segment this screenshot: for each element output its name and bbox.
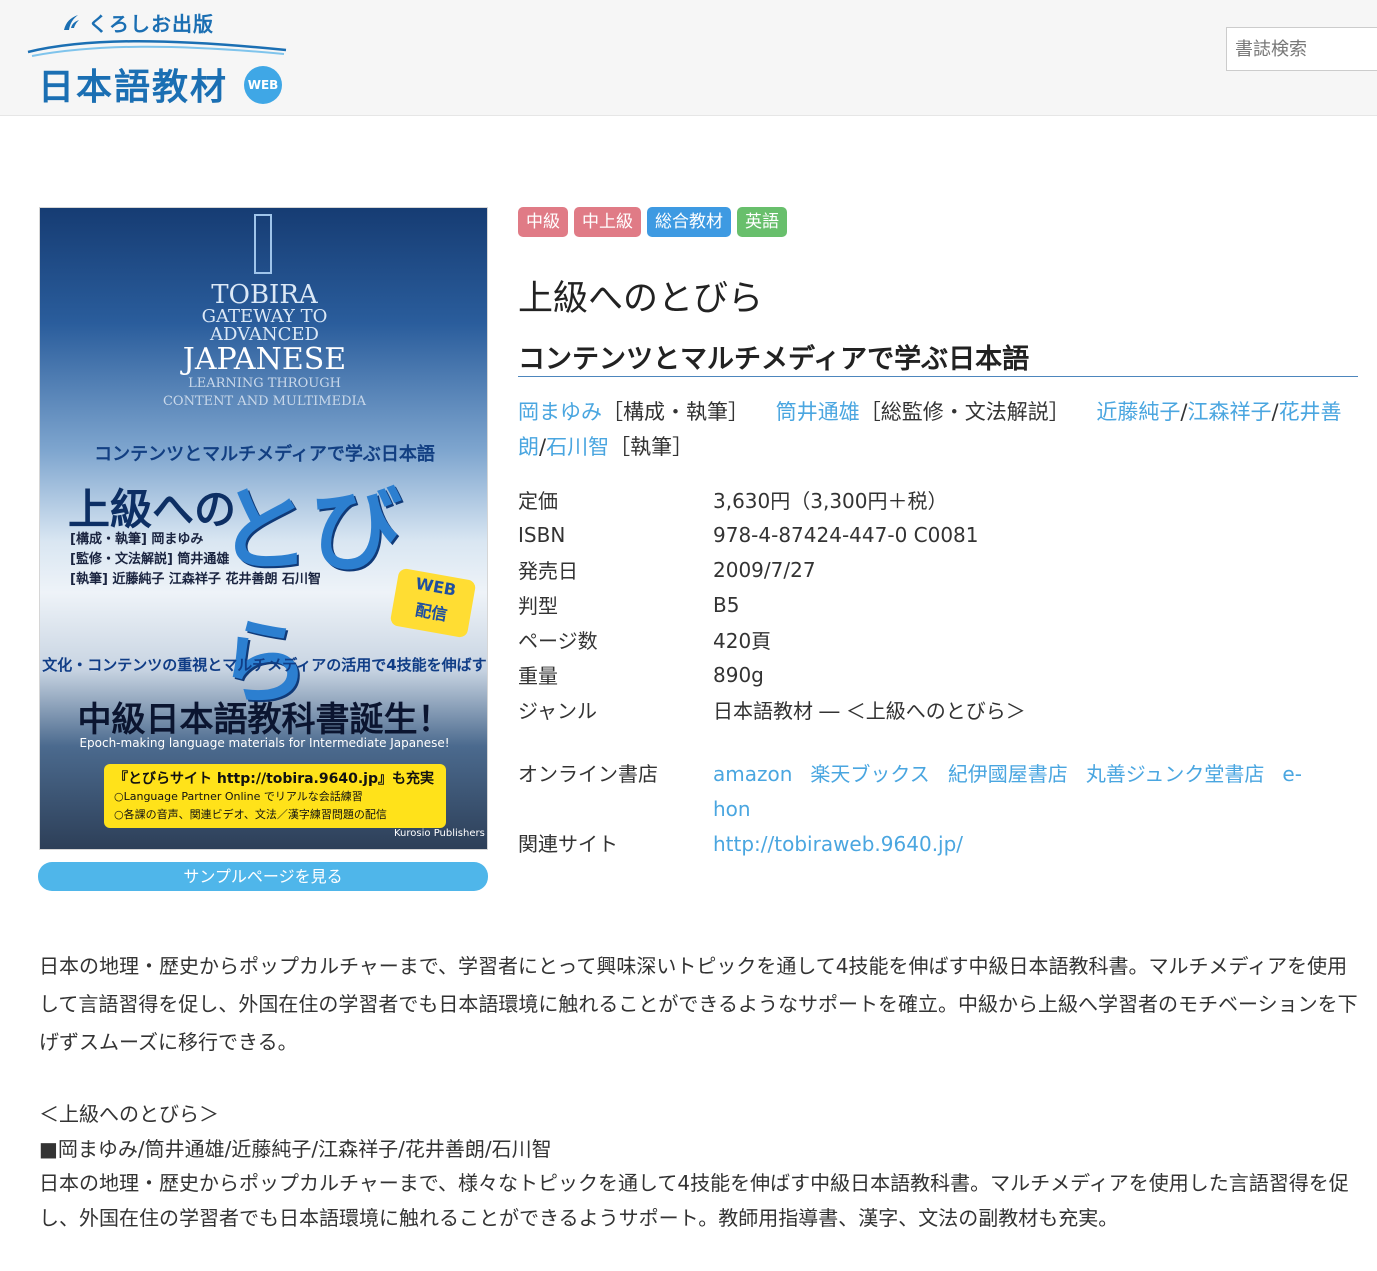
book-cover-image[interactable]: TOBIRA GATEWAY TO ADVANCED JAPANESE LEAR… — [39, 207, 488, 850]
tag-english[interactable]: 英語 — [737, 207, 787, 237]
cover-catchphrase: 中級日本語教科書誕生！ — [77, 700, 452, 740]
author-role: ［執筆］ — [609, 435, 694, 459]
book-subtitle: コンテンツとマルチメディアで学ぶ日本語 — [518, 337, 1358, 377]
genre-link[interactable]: 日本語教材 ― ＜上級へのとびら＞ — [713, 695, 1026, 724]
store-link-amazon[interactable]: amazon — [713, 762, 792, 786]
cover-catchphrase-en: Epoch-making language materials for Inte… — [79, 736, 450, 750]
store-link-kinokuniya[interactable]: 紀伊國屋書店 — [948, 762, 1068, 786]
related-site-links: http://tobiraweb.9640.jp/ — [713, 827, 1353, 862]
bird-icon — [64, 14, 79, 30]
author-list: 岡まゆみ［構成・執筆］ 筒井通雄［総監修・文法解説］ 近藤純子/江森祥子/花井善… — [518, 395, 1348, 465]
spec-value: 890g — [713, 662, 764, 687]
spec-row-size: 判型 B5 — [518, 587, 1358, 622]
cover-band: 文化・コンテンツの重視とマルチメディアの活用で4技能を伸ばす — [42, 656, 487, 674]
tag-list: 中級 中上級 総合教材 英語 — [518, 207, 787, 237]
spec-value: 2009/7/27 — [713, 557, 816, 582]
cover-yellow-line: 『とびらサイト http://tobira.9640.jp』も充実 — [114, 771, 434, 787]
author-role: ［構成・執筆］ — [602, 400, 749, 424]
spec-value: 420頁 — [713, 629, 772, 653]
site-logo[interactable]: くろしお出版 日本語教材 WEB — [26, 6, 296, 110]
spec-row-date: 発売日 2009/7/27 — [518, 552, 1358, 587]
spec-label: 関連サイト — [518, 832, 618, 856]
series-description: 日本の地理・歴史からポップカルチャーまで、様々なトピックを通して4技能を伸ばす中… — [39, 1171, 1349, 1230]
series-authors: ■岡まゆみ/筒井通雄/近藤純子/江森祥子/花井善朗/石川智 — [39, 1137, 552, 1161]
site-header: くろしお出版 日本語教材 WEB — [0, 0, 1377, 116]
tag-intermediate[interactable]: 中級 — [518, 207, 568, 237]
cover-author-line: [執筆] 近藤純子 江森祥子 花井善朗 石川智 — [70, 572, 321, 587]
cover-publisher: Kurosio Publishers — [394, 828, 485, 839]
book-specs: 定価 3,630円（3,300円＋税） ISBN 978-4-87424-447… — [518, 482, 1358, 862]
search-input[interactable] — [1226, 27, 1377, 71]
spec-label: ジャンル — [518, 699, 597, 723]
author-separator: / — [1271, 400, 1279, 424]
site-name: 日本語教材 — [38, 67, 229, 108]
author-link[interactable]: 江森祥子 — [1187, 400, 1271, 424]
spec-label: 定価 — [518, 489, 558, 513]
book-description: 日本の地理・歴史からポップカルチャーまで、学習者にとって興味深いトピックを通して… — [39, 954, 1358, 1054]
series-name: ＜上級へのとびら＞ — [39, 1102, 219, 1126]
cover-title-a: 上級への — [68, 485, 237, 534]
author-link[interactable]: 石川智 — [546, 435, 609, 459]
cover-yellow-line: ○Language Partner Online でリアルな会話練習 — [114, 790, 363, 803]
store-link-maruzen-junkudo[interactable]: 丸善ジュンク堂書店 — [1086, 762, 1265, 786]
spec-row-price: 定価 3,630円（3,300円＋税） — [518, 482, 1358, 517]
book-title: 上級へのとびら — [518, 279, 764, 319]
author-link[interactable]: 近藤純子 — [1096, 400, 1180, 424]
spec-label: ページ数 — [518, 629, 598, 653]
spec-value: B5 — [713, 592, 740, 617]
online-stores-row: オンライン書店 amazon 楽天ブックス 紀伊國屋書店 丸善ジュンク堂書店 e-hon — [518, 757, 1358, 827]
author-role: ［総監修・文法解説］ — [859, 400, 1070, 424]
spec-label: ISBN — [518, 522, 566, 547]
online-store-links: amazon 楽天ブックス 紀伊國屋書店 丸善ジュンク堂書店 e-hon — [713, 757, 1353, 827]
author-link[interactable]: 筒井通雄 — [776, 400, 860, 424]
tag-comprehensive[interactable]: 総合教材 — [647, 207, 731, 237]
cover-authors: [構成・執筆] 岡まゆみ [監修・文法解説] 筒井通雄 [執筆] 近藤純子 江森… — [70, 530, 321, 590]
author-link[interactable]: 岡まゆみ — [518, 400, 602, 424]
cover-yellow-line: ○各課の音声、関連ビデオ、文法／漢字練習問題の配信 — [114, 808, 387, 821]
cover-en-line: LEARNING THROUGH — [188, 376, 341, 391]
sample-page-button[interactable]: サンプルページを見る — [38, 862, 488, 891]
cover-yellow-box: 『とびらサイト http://tobira.9640.jp』も充実 ○Langu… — [104, 764, 446, 828]
cover-author-line: [監修・文法解説] 筒井通雄 — [70, 552, 230, 567]
related-site-row: 関連サイト http://tobiraweb.9640.jp/ — [518, 827, 1358, 862]
spec-value: 978-4-87424-447-0 C0081 — [713, 522, 979, 547]
spec-label: 判型 — [518, 594, 558, 618]
spec-label: オンライン書店 — [518, 762, 658, 786]
spec-row-weight: 重量 890g — [518, 657, 1358, 692]
cover-en-line: CONTENT AND MULTIMEDIA — [162, 394, 367, 409]
cover-en-line: JAPANESE — [182, 342, 347, 377]
tag-upper-intermediate[interactable]: 中上級 — [574, 207, 641, 237]
web-badge: WEB — [244, 66, 282, 104]
related-site-link[interactable]: http://tobiraweb.9640.jp/ — [713, 832, 963, 856]
spec-row-isbn: ISBN 978-4-87424-447-0 C0081 — [518, 517, 1358, 552]
spec-label: 重量 — [518, 664, 558, 688]
cover-author-line: [構成・執筆] 岡まゆみ — [70, 532, 204, 547]
spec-row-genre: ジャンル 日本語教材 ― ＜上級へのとびら＞ — [518, 692, 1358, 727]
publisher-name: くろしお出版 — [88, 12, 214, 36]
publisher-logo: くろしお出版 — [60, 8, 214, 37]
store-link-rakuten[interactable]: 楽天ブックス — [810, 762, 929, 786]
spec-value: 3,630円（3,300円＋税） — [713, 489, 948, 513]
spec-row-pages: ページ数 420頁 — [518, 622, 1358, 657]
spec-label: 発売日 — [518, 559, 578, 583]
series-info: ＜上級へのとびら＞ ■岡まゆみ/筒井通雄/近藤純子/江森祥子/花井善朗/石川智 — [39, 1097, 1359, 1167]
door-graphic — [254, 214, 272, 274]
